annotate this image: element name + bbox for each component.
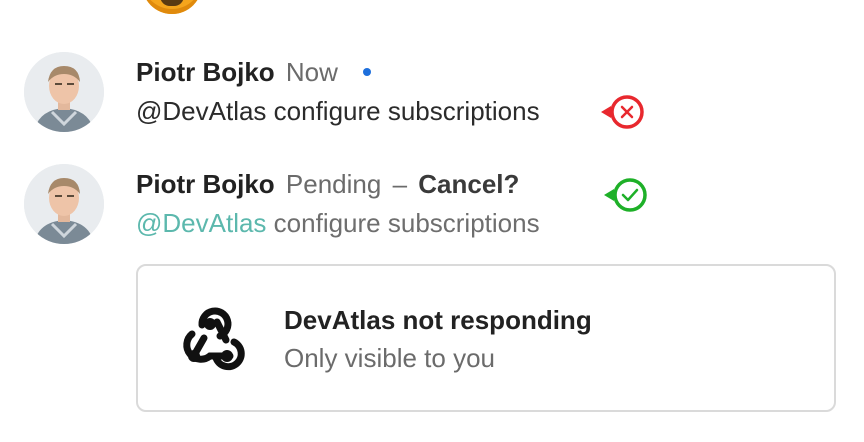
bot-response-card: DevAtlas not responding Only visible to … — [136, 264, 836, 412]
status-separator: – — [392, 169, 408, 199]
avatar[interactable] — [24, 52, 104, 132]
message-text: @DevAtlas configure subscriptions — [136, 207, 540, 239]
message-status: Pending — [285, 169, 382, 199]
avatar-photo — [24, 52, 104, 132]
emoji-icon — [142, 0, 202, 14]
message-time: Now — [285, 57, 338, 87]
card-subtitle: Only visible to you — [284, 343, 495, 373]
unread-dot-icon — [363, 68, 372, 76]
message-content: @DevAtlas configure subscriptions — [136, 96, 540, 126]
chat-thread: Piotr Bojko Now @DevAtlas configure subs… — [0, 0, 864, 442]
cancel-link[interactable]: Cancel? — [418, 169, 519, 199]
webhook-icon — [183, 307, 245, 371]
message-content: configure subscriptions — [273, 208, 540, 238]
check-icon — [604, 178, 647, 212]
avatar-photo — [24, 164, 104, 244]
error-x-icon[interactable] — [598, 93, 648, 131]
message-header: Piotr Bojko Now — [136, 56, 372, 88]
bot-mention[interactable]: @DevAtlas — [136, 208, 266, 238]
message-text: @DevAtlas configure subscriptions — [136, 95, 540, 127]
card-title: DevAtlas not responding — [284, 305, 592, 335]
avatar[interactable] — [24, 164, 104, 244]
author-name[interactable]: Piotr Bojko — [136, 57, 275, 87]
message-header: Piotr Bojko Pending – Cancel? — [136, 168, 519, 200]
author-name[interactable]: Piotr Bojko — [136, 169, 275, 199]
